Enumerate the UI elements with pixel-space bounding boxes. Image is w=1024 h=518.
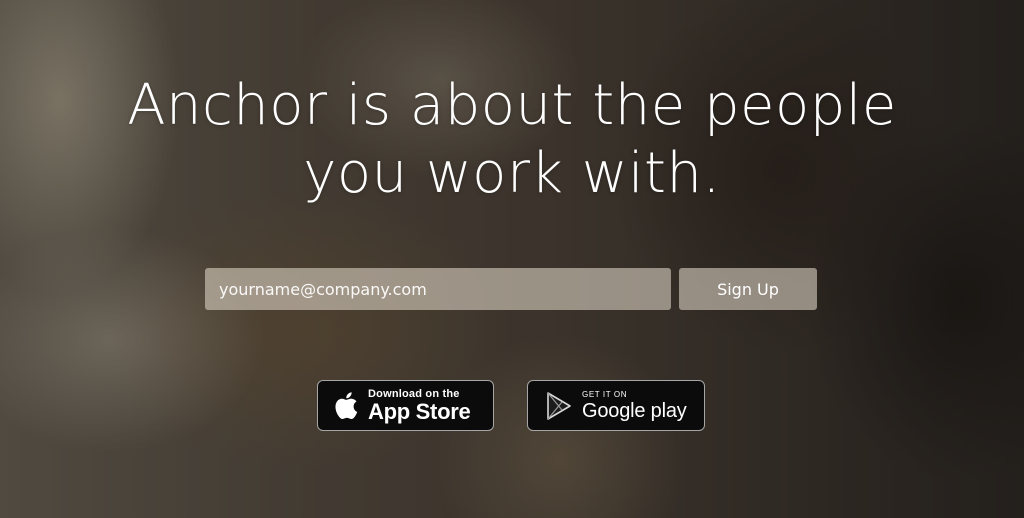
apple-icon: [332, 390, 358, 421]
email-input[interactable]: [205, 268, 671, 310]
google-play-icon: [546, 391, 572, 420]
google-play-badge[interactable]: GET IT ON Google play: [527, 380, 705, 431]
hero-headline: Anchor is about the people you work with…: [0, 72, 1024, 208]
sign-up-button[interactable]: Sign Up: [679, 268, 817, 310]
app-store-small-text: Download on the: [368, 387, 460, 400]
google-play-large-text: Google play: [582, 399, 687, 422]
signup-form: Sign Up: [205, 268, 817, 310]
app-store-badge-text: Download on the App Store: [368, 387, 471, 424]
headline-line-1: Anchor is about the people: [127, 73, 897, 138]
google-play-small-text: GET IT ON: [582, 389, 628, 399]
google-play-badge-text: GET IT ON Google play: [582, 390, 687, 422]
app-store-large-text: App Store: [368, 398, 471, 424]
headline-line-2: you work with.: [303, 141, 721, 206]
hero-section: Anchor is about the people you work with…: [0, 0, 1024, 518]
app-store-badge[interactable]: Download on the App Store: [317, 380, 494, 431]
